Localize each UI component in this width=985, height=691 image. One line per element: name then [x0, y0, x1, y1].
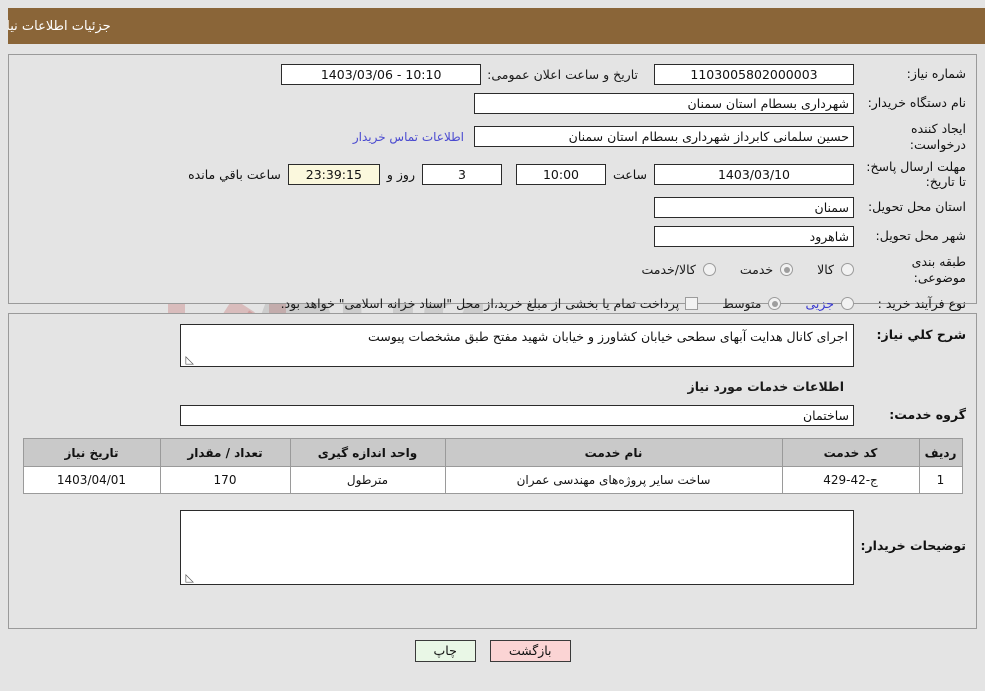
- column-header-service-code: کد خدمت: [781, 438, 920, 467]
- deadline-time-field[interactable]: 10:00: [515, 163, 606, 185]
- table-header-row: ردیف کد خدمت نام خدمت واحد اندازه گیری ت…: [22, 438, 963, 467]
- province-label: استان محل تحویل:: [867, 199, 966, 215]
- column-header-unit: واحد اندازه گیری: [289, 438, 446, 467]
- cell-service-name: ساخت سایر پروژه‌های مهندسی عمران: [444, 466, 783, 494]
- radio-goods-service-icon[interactable]: [702, 263, 716, 277]
- announce-datetime-label: تاریخ و ساعت اعلان عمومی:: [487, 66, 638, 82]
- need-details-panel: شرح کلي نیاز: اجرای کانال هدایت آبهای سط…: [8, 313, 977, 629]
- general-desc-label: شرح کلي نیاز:: [876, 327, 966, 342]
- city-label: شهر محل تحویل:: [875, 228, 966, 244]
- deadline-label: مهلت ارسال پاسخ: تا تاریخ:: [866, 159, 966, 190]
- row-general-description: شرح کلي نیاز: اجرای کانال هدایت آبهای سط…: [19, 324, 966, 367]
- cell-unit: مترطول: [289, 466, 446, 494]
- category-option-goods-label: کالا: [817, 262, 834, 278]
- row-province: استان محل تحویل: سمنان: [19, 196, 966, 218]
- page-title: جزئیات اطلاعات نیاز: [0, 18, 111, 34]
- row-buyer-org: نام دستگاه خریدار: شهرداری بسطام استان س…: [19, 92, 966, 114]
- requester-field[interactable]: حسین سلمانی کابرداز شهرداری بسطام استان …: [474, 126, 854, 148]
- row-deadline: مهلت ارسال پاسخ: تا تاریخ: 1403/03/10 سا…: [19, 159, 966, 189]
- province-field[interactable]: سمنان: [654, 196, 854, 218]
- announce-datetime-field[interactable]: 10:10 - 1403/03/06: [281, 63, 482, 85]
- service-group-field[interactable]: ساختمان: [180, 404, 854, 426]
- buyer-notes-textarea[interactable]: ◺: [180, 510, 854, 585]
- need-number-label: شماره نیاز:: [906, 66, 966, 82]
- purchase-type-option-minor[interactable]: جزیی: [805, 296, 854, 311]
- footer-actions: بازگشت چاپ: [0, 638, 985, 664]
- treasury-bond-checkbox[interactable]: [685, 297, 699, 310]
- general-desc-value: اجرای کانال هدایت آبهای سطحی خیابان کشاو…: [367, 329, 848, 344]
- row-service-group: گروه خدمت: ساختمان: [19, 404, 966, 426]
- row-category: طبقه بندی موضوعی: کالا خدمت کالا/خدمت: [19, 254, 966, 285]
- treasury-bond-note: پرداخت تمام یا بخشی از مبلغ خرید،از محل …: [280, 296, 680, 311]
- cell-need-date: 1403/04/01: [22, 466, 161, 494]
- deadline-date-field[interactable]: 1403/03/10: [654, 163, 854, 185]
- city-field[interactable]: شاهرود: [654, 225, 854, 247]
- remaining-hours-label: ساعت باقي مانده: [188, 166, 281, 182]
- top-spacer: [0, 0, 985, 8]
- category-option-goods-service[interactable]: کالا/خدمت: [641, 262, 716, 278]
- service-items-table: ردیف کد خدمت نام خدمت واحد اندازه گیری ت…: [22, 438, 963, 494]
- column-header-service-name: نام خدمت: [444, 438, 783, 467]
- services-section-title: اطلاعات خدمات مورد نیاز: [687, 379, 845, 394]
- cell-service-code: ج-42-429: [781, 466, 920, 494]
- row-requester: ایجاد کننده درخواست: حسین سلمانی کابرداز…: [19, 121, 966, 152]
- buyer-org-field[interactable]: شهرداری بسطام استان سمنان: [474, 92, 854, 114]
- deadline-time-label: ساعت: [612, 166, 647, 182]
- service-group-label: گروه خدمت:: [889, 407, 966, 423]
- purchase-type-label: نوع فرآیند خرید :: [877, 295, 966, 311]
- back-button[interactable]: بازگشت: [489, 640, 571, 662]
- column-header-need-date: تاریخ نیاز: [22, 438, 161, 467]
- buyer-org-label: نام دستگاه خریدار:: [867, 95, 966, 111]
- resize-grip-icon-2[interactable]: ◺: [184, 572, 194, 583]
- column-header-quantity: تعداد / مقدار: [159, 438, 291, 467]
- need-number-field[interactable]: 1103005802000003: [654, 63, 854, 85]
- row-city: شهر محل تحویل: شاهرود: [19, 225, 966, 247]
- cell-quantity: 170: [159, 466, 291, 494]
- category-option-service[interactable]: خدمت: [739, 262, 794, 278]
- category-label: طبقه بندی موضوعی:: [911, 254, 966, 285]
- radio-minor-icon[interactable]: [841, 297, 854, 310]
- category-option-goods[interactable]: کالا: [817, 262, 854, 277]
- buyer-contact-link[interactable]: اطلاعات تماس خریدار: [353, 130, 464, 144]
- table-row: 1 ج-42-429 ساخت سایر پروژه‌های مهندسی عم…: [22, 466, 963, 494]
- column-header-radif: ردیف: [918, 438, 963, 467]
- radio-medium-icon[interactable]: [768, 297, 782, 310]
- general-desc-textarea[interactable]: اجرای کانال هدایت آبهای سطحی خیابان کشاو…: [180, 324, 854, 367]
- row-purchase-type: نوع فرآیند خرید : جزیی متوسط پرداخت تمام…: [19, 293, 966, 315]
- category-option-service-label: خدمت: [739, 262, 774, 278]
- countdown-timer-field: 23:39:15: [287, 163, 380, 185]
- header-left-edge: [0, 8, 8, 44]
- cell-radif: 1: [918, 466, 963, 494]
- buyer-notes-label: توضیحات خریدار:: [860, 538, 966, 553]
- purchase-type-option-minor-label: جزیی: [805, 296, 834, 311]
- category-option-goods-service-label: کالا/خدمت: [641, 262, 696, 278]
- remaining-days-field: 3: [421, 163, 502, 185]
- resize-grip-icon[interactable]: ◺: [184, 354, 194, 365]
- requester-label: ایجاد کننده درخواست:: [909, 121, 966, 152]
- row-need-number: شماره نیاز: 1103005802000003 تاریخ و ساع…: [19, 63, 966, 85]
- page-header-bar: جزئیات اطلاعات نیاز: [0, 8, 985, 44]
- need-info-panel: شماره نیاز: 1103005802000003 تاریخ و ساع…: [8, 54, 977, 311]
- radio-goods-icon[interactable]: [841, 263, 854, 277]
- purchase-type-radio-group: جزیی متوسط: [698, 296, 854, 311]
- purchase-type-option-medium[interactable]: متوسط: [722, 296, 782, 311]
- purchase-type-option-medium-label: متوسط: [722, 296, 762, 311]
- radio-service-icon[interactable]: [780, 263, 794, 277]
- print-button[interactable]: چاپ: [414, 640, 476, 662]
- row-buyer-notes: توضیحات خریدار: ◺: [19, 510, 966, 585]
- category-radio-group: کالا خدمت کالا/خدمت: [617, 262, 854, 277]
- remaining-days-label: روز و: [386, 166, 415, 182]
